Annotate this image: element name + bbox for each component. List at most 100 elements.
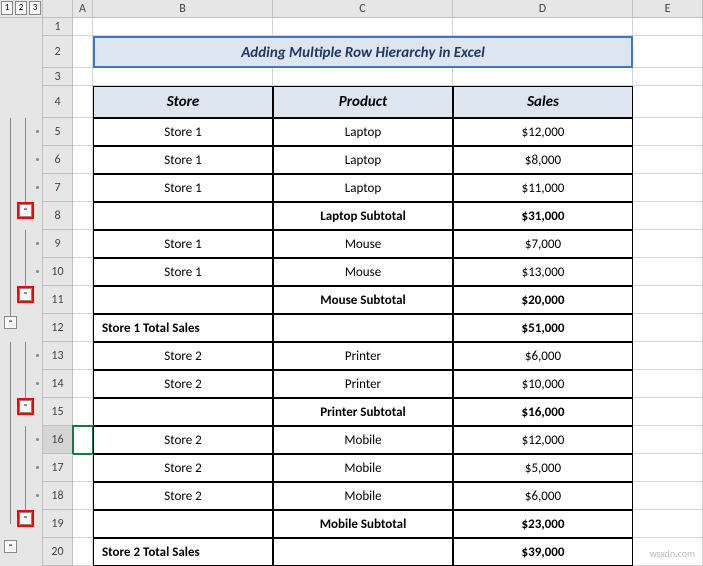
cell-sales[interactable]: $20,000 bbox=[453, 286, 633, 314]
collapse-btn-row15[interactable]: - bbox=[19, 400, 32, 413]
cell-product[interactable]: Mobile bbox=[273, 426, 453, 454]
cell[interactable] bbox=[633, 314, 703, 342]
cell[interactable] bbox=[73, 146, 93, 174]
cell[interactable] bbox=[73, 174, 93, 202]
cell[interactable] bbox=[73, 454, 93, 482]
collapse-btn-row8[interactable]: - bbox=[19, 204, 32, 217]
row-number[interactable]: 6 bbox=[43, 146, 73, 174]
col-header-D[interactable]: D bbox=[453, 0, 633, 17]
row-number[interactable]: 20 bbox=[43, 538, 73, 566]
cell-product[interactable] bbox=[273, 538, 453, 566]
cell-product[interactable]: Laptop bbox=[273, 118, 453, 146]
cell[interactable] bbox=[633, 68, 703, 86]
cell[interactable] bbox=[633, 426, 703, 454]
row-number[interactable]: 15 bbox=[43, 398, 73, 426]
row-number[interactable]: 10 bbox=[43, 258, 73, 286]
row-number[interactable]: 1 bbox=[43, 18, 73, 36]
cell-store[interactable]: Store 1 bbox=[93, 230, 273, 258]
cell[interactable] bbox=[73, 68, 93, 86]
cell[interactable] bbox=[453, 18, 633, 36]
select-all-corner[interactable] bbox=[43, 0, 73, 18]
cell[interactable] bbox=[633, 86, 703, 118]
cell[interactable] bbox=[73, 370, 93, 398]
cell-product[interactable]: Mobile bbox=[273, 482, 453, 510]
cell-sales[interactable]: $5,000 bbox=[453, 454, 633, 482]
row-number[interactable]: 9 bbox=[43, 230, 73, 258]
cell-sales[interactable]: $10,000 bbox=[453, 370, 633, 398]
cell[interactable] bbox=[273, 68, 453, 86]
header-product[interactable]: Product bbox=[273, 86, 453, 118]
collapse-btn-row19[interactable]: - bbox=[19, 512, 32, 525]
cell[interactable] bbox=[73, 36, 93, 68]
row-number[interactable]: 11 bbox=[43, 286, 73, 314]
cell-store[interactable]: Store 2 bbox=[93, 426, 273, 454]
title-banner[interactable]: Adding Multiple Row Hierarchy in Excel bbox=[93, 36, 633, 68]
cell[interactable] bbox=[73, 202, 93, 230]
cell-product[interactable]: Laptop bbox=[273, 146, 453, 174]
cell-sales[interactable]: $31,000 bbox=[453, 202, 633, 230]
cell[interactable] bbox=[93, 18, 273, 36]
cell[interactable] bbox=[73, 86, 93, 118]
header-sales[interactable]: Sales bbox=[453, 86, 633, 118]
cell-product[interactable]: Mouse Subtotal bbox=[273, 286, 453, 314]
row-number[interactable]: 19 bbox=[43, 510, 73, 538]
cell-product[interactable]: Printer bbox=[273, 370, 453, 398]
row-number[interactable]: 13 bbox=[43, 342, 73, 370]
cell-store[interactable]: Store 1 bbox=[93, 174, 273, 202]
cell[interactable] bbox=[633, 146, 703, 174]
cell-store[interactable] bbox=[93, 510, 273, 538]
cell[interactable] bbox=[73, 18, 93, 36]
cell[interactable] bbox=[633, 370, 703, 398]
cell-sales[interactable]: $13,000 bbox=[453, 258, 633, 286]
cell[interactable] bbox=[73, 342, 93, 370]
row-number[interactable]: 16 bbox=[43, 426, 73, 454]
cell-sales[interactable]: $23,000 bbox=[453, 510, 633, 538]
cell[interactable] bbox=[633, 118, 703, 146]
cell-product[interactable]: Printer bbox=[273, 342, 453, 370]
cell-product[interactable]: Laptop bbox=[273, 174, 453, 202]
cell-sales[interactable]: $6,000 bbox=[453, 482, 633, 510]
row-number[interactable]: 4 bbox=[43, 86, 73, 118]
cell[interactable] bbox=[73, 118, 93, 146]
cell-sales[interactable]: $8,000 bbox=[453, 146, 633, 174]
cell[interactable] bbox=[453, 68, 633, 86]
outline-level-2[interactable]: 2 bbox=[15, 1, 27, 15]
cell[interactable] bbox=[633, 342, 703, 370]
cell[interactable] bbox=[273, 18, 453, 36]
cell[interactable] bbox=[633, 174, 703, 202]
cell[interactable] bbox=[73, 510, 93, 538]
cell[interactable] bbox=[633, 482, 703, 510]
cell[interactable] bbox=[73, 258, 93, 286]
cell-store[interactable]: Store 2 bbox=[93, 482, 273, 510]
cell[interactable] bbox=[633, 510, 703, 538]
cell[interactable] bbox=[93, 68, 273, 86]
cell-sales[interactable]: $16,000 bbox=[453, 398, 633, 426]
outline-level-3[interactable]: 3 bbox=[29, 1, 41, 15]
cell-product[interactable]: Mobile bbox=[273, 454, 453, 482]
cell-sales[interactable]: $6,000 bbox=[453, 342, 633, 370]
col-header-A[interactable]: A bbox=[73, 0, 93, 17]
cell-product[interactable]: Mouse bbox=[273, 258, 453, 286]
cell[interactable] bbox=[73, 482, 93, 510]
cell[interactable] bbox=[633, 398, 703, 426]
cell[interactable] bbox=[633, 202, 703, 230]
row-number[interactable]: 8 bbox=[43, 202, 73, 230]
cell[interactable] bbox=[73, 426, 93, 454]
col-header-E[interactable]: E bbox=[633, 0, 703, 17]
cell-store[interactable]: Store 2 bbox=[93, 342, 273, 370]
cell-sales[interactable]: $11,000 bbox=[453, 174, 633, 202]
collapse-btn-row20[interactable]: - bbox=[4, 540, 17, 553]
cell[interactable] bbox=[73, 398, 93, 426]
cell-sales[interactable]: $12,000 bbox=[453, 426, 633, 454]
cell-sales[interactable]: $12,000 bbox=[453, 118, 633, 146]
cell-store[interactable]: Store 2 Total Sales bbox=[93, 538, 273, 566]
cell-store[interactable]: Store 1 bbox=[93, 258, 273, 286]
cell-product[interactable]: Mobile Subtotal bbox=[273, 510, 453, 538]
cell-store[interactable]: Store 1 Total Sales bbox=[93, 314, 273, 342]
cell-product[interactable]: Mouse bbox=[273, 230, 453, 258]
cell-store[interactable] bbox=[93, 398, 273, 426]
row-number[interactable]: 5 bbox=[43, 118, 73, 146]
cell[interactable] bbox=[633, 286, 703, 314]
collapse-btn-row11[interactable]: - bbox=[19, 288, 32, 301]
cell[interactable] bbox=[73, 286, 93, 314]
